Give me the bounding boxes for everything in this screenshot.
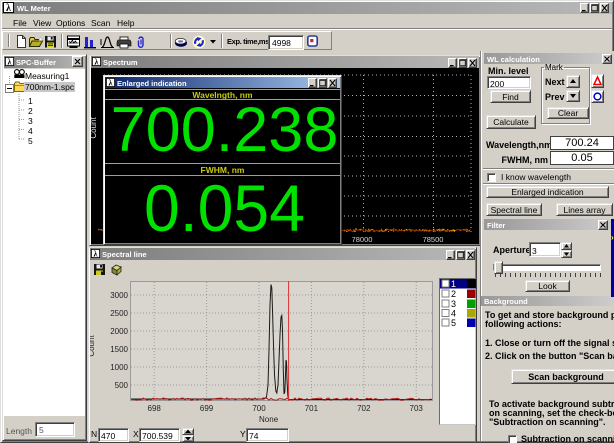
svg-text:4: 4	[451, 309, 456, 319]
svg-text:2: 2	[451, 289, 456, 299]
svg-text:3: 3	[451, 299, 456, 309]
svg-text:Count: Count	[91, 117, 98, 139]
svg-text:78500: 78500	[423, 235, 444, 244]
svg-text:78000: 78000	[352, 235, 373, 244]
svg-text:1: 1	[451, 279, 456, 289]
svg-text:λ: λ	[6, 3, 11, 13]
svg-text:5: 5	[451, 318, 456, 328]
